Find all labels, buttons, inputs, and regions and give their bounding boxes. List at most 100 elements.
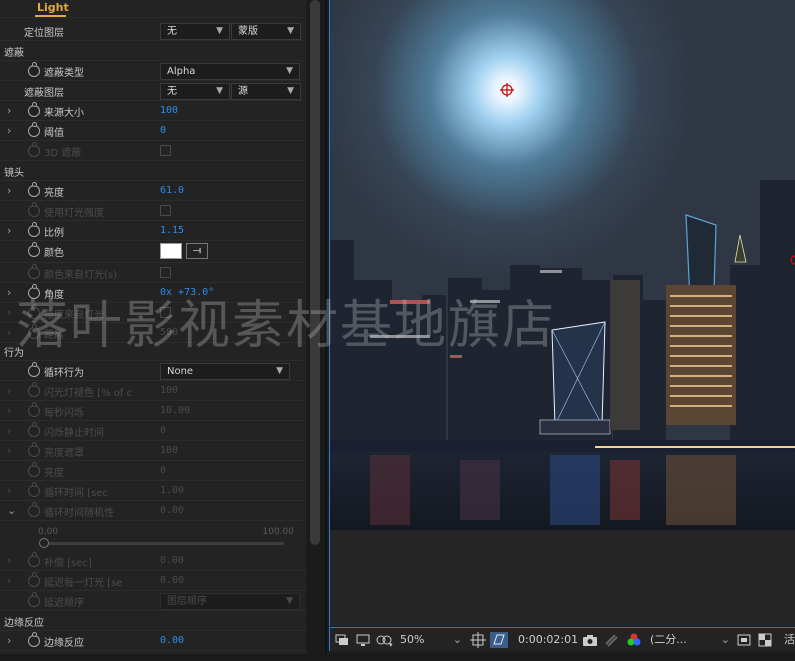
stopwatch-icon[interactable] bbox=[28, 284, 40, 299]
brightness-mask-value[interactable]: 100 bbox=[160, 445, 178, 456]
section-edge-reaction[interactable]: 边缘反应 bbox=[0, 611, 306, 631]
camera-icon[interactable] bbox=[582, 632, 598, 648]
chevron-right-icon[interactable]: › bbox=[7, 326, 17, 340]
row-delay-each: › 延迟每一灯光 [se 0.00 bbox=[0, 571, 306, 591]
delay-each-value[interactable]: 0.00 bbox=[160, 575, 184, 586]
row-delay-order: 延迟顺序 图层顺序 ▼ bbox=[0, 591, 306, 611]
edge-reaction-value[interactable]: 0.00 bbox=[160, 635, 184, 646]
row-mask-layer: 遮蔽图层 无 ▼ 源 ▼ bbox=[0, 81, 306, 101]
row-label: 亮度 bbox=[44, 188, 64, 199]
loop-random-value[interactable]: 0.00 bbox=[160, 505, 184, 516]
stopwatch-icon bbox=[28, 592, 40, 607]
scale-value[interactable]: 1.15 bbox=[160, 225, 184, 236]
section-behavior[interactable]: 行为 bbox=[0, 341, 306, 361]
show-snapshot-icon[interactable] bbox=[603, 632, 619, 648]
distance-value[interactable]: 500 bbox=[160, 327, 178, 338]
chevron-right-icon[interactable]: › bbox=[7, 124, 17, 138]
locate-layer-dropdown[interactable]: 无 ▼ bbox=[160, 23, 230, 40]
row-distance: › 距离 500 bbox=[0, 323, 306, 343]
effect-controls-panel: Light 定位图层 无 ▼ 蒙版 ▼ 遮蔽 遮蔽类型 Alpha ▼ 遮蔽图层 无 ▼… bbox=[0, 0, 306, 654]
chevron-right-icon[interactable]: › bbox=[7, 554, 17, 568]
flash-stop-value[interactable]: 0 bbox=[160, 425, 166, 436]
row-loop-behavior: 循环行为 None ▼ bbox=[0, 361, 306, 381]
angle-from-light-checkbox[interactable] bbox=[160, 307, 171, 318]
delay-order-dropdown[interactable]: 图层顺序 ▼ bbox=[160, 593, 300, 610]
section-lens[interactable]: 镜头 bbox=[0, 161, 306, 181]
section-mask[interactable]: 遮蔽 bbox=[0, 41, 306, 61]
eyedropper-icon[interactable]: ⟞ bbox=[186, 243, 208, 259]
truncated-label[interactable]: 活 bbox=[784, 631, 795, 649]
channels-icon[interactable] bbox=[626, 632, 642, 648]
mask-layer-source-dropdown[interactable]: 源 ▼ bbox=[231, 83, 301, 100]
current-time[interactable]: 0:00:02:01 bbox=[518, 631, 578, 649]
resolution-dropdown[interactable]: (二分... ⌄ bbox=[650, 631, 730, 649]
row-label: 循环行为 bbox=[44, 368, 84, 379]
chevron-right-icon[interactable]: › bbox=[7, 574, 17, 588]
slider-track[interactable] bbox=[44, 542, 284, 545]
chevron-down-icon: ▼ bbox=[286, 66, 293, 76]
stopwatch-icon[interactable] bbox=[28, 62, 40, 77]
stopwatch-icon[interactable] bbox=[28, 122, 40, 137]
stopwatch-icon bbox=[28, 324, 40, 339]
offset-value[interactable]: 0.00 bbox=[160, 555, 184, 566]
angle-value[interactable]: 0x +73.0° bbox=[160, 287, 214, 298]
chevron-right-icon[interactable]: › bbox=[7, 286, 17, 300]
stopwatch-icon[interactable] bbox=[28, 242, 40, 257]
chevron-right-icon[interactable]: › bbox=[7, 634, 17, 648]
use-light-intensity-checkbox[interactable] bbox=[160, 205, 171, 216]
slider-handle[interactable] bbox=[39, 538, 49, 548]
always-preview-icon[interactable] bbox=[334, 632, 350, 648]
chevron-right-icon[interactable]: › bbox=[7, 404, 17, 418]
panel-title[interactable]: Light bbox=[37, 1, 69, 14]
loop-behavior-dropdown[interactable]: None ▼ bbox=[160, 363, 290, 380]
mask-visibility-icon[interactable]: ▾ bbox=[375, 632, 395, 649]
region-of-interest-icon[interactable] bbox=[490, 632, 508, 648]
chevron-down-icon[interactable]: ⌄ bbox=[7, 504, 17, 518]
row-label: 延迟顺序 bbox=[44, 598, 84, 609]
flashes-per-sec-value[interactable]: 10.00 bbox=[160, 405, 190, 416]
chevron-right-icon[interactable]: › bbox=[7, 484, 17, 498]
row-label: 使用灯光强度 bbox=[44, 208, 104, 219]
monitor-icon[interactable] bbox=[355, 632, 371, 648]
chevron-right-icon[interactable]: › bbox=[7, 184, 17, 198]
color-from-light-checkbox[interactable] bbox=[160, 267, 171, 278]
chevron-right-icon[interactable]: › bbox=[7, 424, 17, 438]
row-mask-type: 遮蔽类型 Alpha ▼ bbox=[0, 61, 306, 81]
stopwatch-icon[interactable] bbox=[28, 102, 40, 117]
stopwatch-icon bbox=[28, 502, 40, 517]
color-swatch[interactable] bbox=[160, 243, 182, 259]
chevron-right-icon[interactable]: › bbox=[7, 306, 17, 320]
mask-type-dropdown[interactable]: Alpha ▼ bbox=[160, 63, 300, 80]
brightness-value[interactable]: 61.0 bbox=[160, 185, 184, 196]
stopwatch-icon[interactable] bbox=[28, 632, 40, 647]
mask-layer-dropdown[interactable]: 无 ▼ bbox=[160, 83, 230, 100]
panel-scrollbar[interactable] bbox=[307, 0, 323, 654]
row-angle-from-light: › 角度来自灯光 bbox=[0, 303, 306, 323]
stopwatch-icon[interactable] bbox=[28, 222, 40, 237]
stopwatch-icon[interactable] bbox=[28, 362, 40, 377]
row-label: 遮蔽图层 bbox=[24, 88, 64, 99]
brightness-2-value[interactable]: 0 bbox=[160, 465, 166, 476]
scrollbar-thumb[interactable] bbox=[310, 0, 320, 545]
transparency-grid-icon[interactable] bbox=[757, 632, 773, 648]
locate-layer-mode-dropdown[interactable]: 蒙版 ▼ bbox=[231, 23, 301, 40]
chevron-down-icon: ▼ bbox=[286, 596, 293, 606]
target-region-icon[interactable] bbox=[736, 632, 752, 648]
stopwatch-icon bbox=[28, 402, 40, 417]
fit-frame-icon[interactable] bbox=[470, 632, 486, 648]
chevron-right-icon[interactable]: › bbox=[7, 104, 17, 118]
3d-mask-checkbox[interactable] bbox=[160, 145, 171, 156]
chevron-right-icon[interactable]: › bbox=[7, 384, 17, 398]
chevron-right-icon[interactable]: › bbox=[7, 444, 17, 458]
composition-viewer[interactable] bbox=[329, 0, 795, 626]
loop-time-value[interactable]: 1.00 bbox=[160, 485, 184, 496]
row-flashes-per-sec: › 每秒闪烁 10.00 bbox=[0, 401, 306, 421]
stopwatch-icon[interactable] bbox=[28, 182, 40, 197]
row-3d-mask: 3D 遮蔽 bbox=[0, 141, 306, 161]
row-label: 角度 bbox=[44, 290, 64, 301]
source-size-value[interactable]: 100 bbox=[160, 105, 178, 116]
flash-fade-value[interactable]: 100 bbox=[160, 385, 178, 396]
threshold-value[interactable]: 0 bbox=[160, 125, 166, 136]
chevron-right-icon[interactable]: › bbox=[7, 224, 17, 238]
zoom-dropdown[interactable]: 50% ⌄ bbox=[400, 631, 462, 649]
